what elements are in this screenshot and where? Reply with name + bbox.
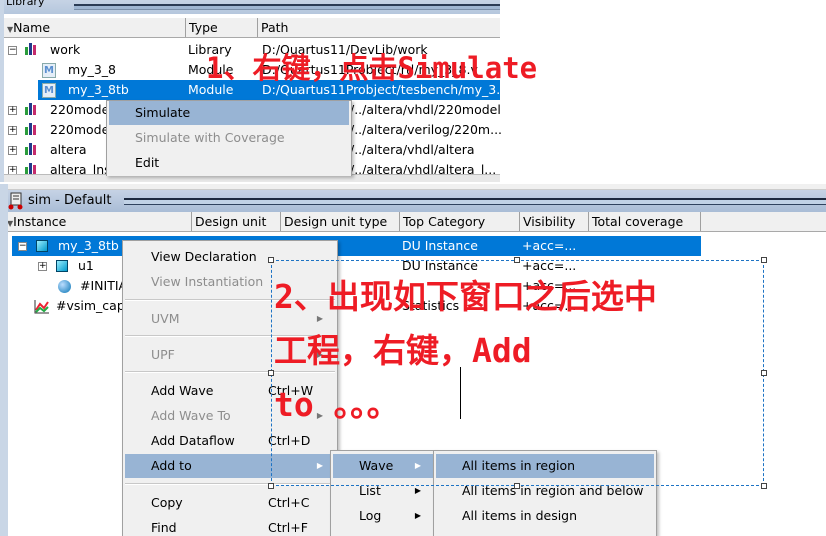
library-column-header: ▼Name Type Path [4,18,500,38]
menu-item-all-items-in-design[interactable]: All items in design [436,504,654,528]
module-icon: M [42,83,56,98]
expand-icon[interactable]: + [38,262,47,271]
library-context-menu: Simulate Simulate with Coverage Edit [106,100,352,176]
module-icon: M [42,63,56,78]
sim-icon [7,192,25,210]
menu-item-simulate[interactable]: Simulate [109,101,349,125]
library-title: Library [6,0,45,8]
library-titlebar[interactable]: Library [4,0,500,14]
menu-item-find[interactable]: Find Ctrl+F [125,516,335,536]
resize-handle[interactable] [761,370,767,376]
column-visibility[interactable]: Visibility [520,212,589,231]
resize-handle[interactable] [514,257,520,263]
resize-handle[interactable] [268,483,274,489]
sim-column-header: ▼Instance Design unit Design unit type T… [4,212,826,232]
column-design-unit-type[interactable]: Design unit type [281,212,400,231]
library-icon [24,123,38,137]
column-name[interactable]: ▼Name [4,18,186,37]
submenu-arrow-icon: ▶ [414,511,421,520]
expand-icon[interactable]: + [8,126,17,135]
column-top-category[interactable]: Top Category [400,212,520,231]
expand-icon[interactable]: + [8,166,17,174]
library-icon [24,143,38,157]
instance-icon [36,240,48,252]
menu-item-simulate-with-coverage[interactable]: Simulate with Coverage [109,126,349,150]
annotation-step1: 1、右键，点击Simulate [206,51,538,85]
column-total-coverage[interactable]: Total coverage [589,212,701,231]
sim-title: sim - Default [28,193,112,208]
column-type[interactable]: Type [186,18,258,37]
collapse-icon[interactable]: − [18,242,27,251]
text-caret [460,367,461,419]
expand-icon[interactable]: + [8,146,17,155]
library-icon [24,103,38,117]
sim-row-my_3_8tb[interactable]: − my_3_8tb DU Instance +acc=... [12,236,701,256]
process-icon [58,280,71,293]
menu-item-copy[interactable]: Copy Ctrl+C [125,491,335,515]
statistics-icon [34,299,50,314]
menu-item-edit[interactable]: Edit [109,151,349,175]
menu-item-log[interactable]: Log ▶ [333,504,433,528]
column-instance[interactable]: ▼Instance [4,212,192,231]
resize-handle[interactable] [761,257,767,263]
instance-icon [56,260,68,272]
resize-handle[interactable] [268,257,274,263]
collapse-icon[interactable]: − [8,46,17,55]
column-path[interactable]: Path [258,18,500,37]
library-icon [24,43,38,57]
annotation-step2: 2、出现如下窗口之后选中 工程，右键，Add to 。。。 [274,277,657,424]
library-icon [24,163,38,174]
sim-titlebar[interactable]: sim - Default [4,190,826,212]
resize-handle[interactable] [514,483,520,489]
expand-icon[interactable]: + [8,106,17,115]
resize-handle[interactable] [761,483,767,489]
column-design-unit[interactable]: Design unit [192,212,281,231]
